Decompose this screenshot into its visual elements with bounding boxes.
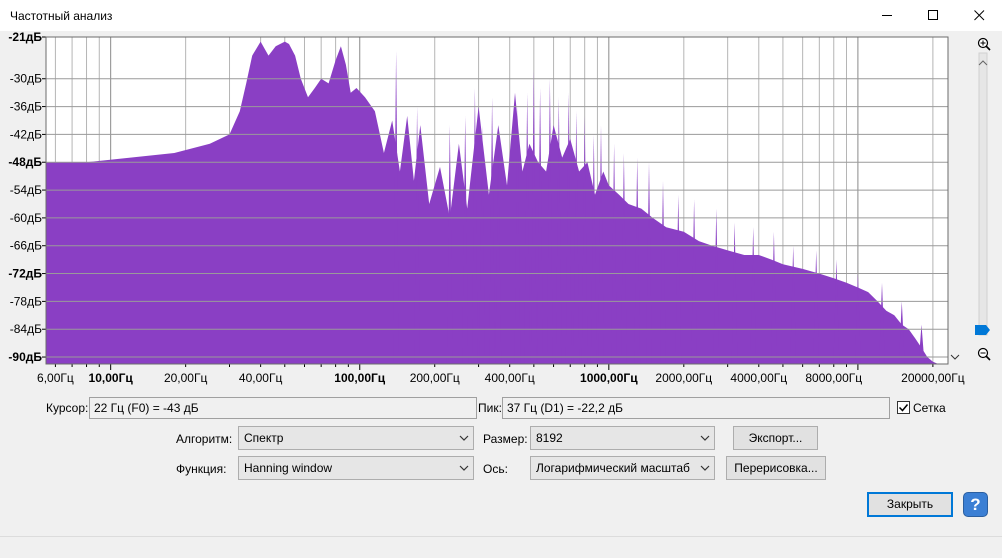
algorithm-label: Алгоритм: [176,432,233,446]
x-tick-label: 10,00Гц [89,371,134,385]
x-tick-label: 200,00Гц [410,371,460,385]
size-value: 8192 [536,431,563,445]
size-label: Размер: [483,432,528,446]
function-select[interactable]: Hanning window [238,456,474,480]
function-value: Hanning window [244,461,333,475]
help-button[interactable]: ? [963,492,988,517]
function-label: Функция: [176,462,227,476]
zoom-out-icon[interactable] [977,347,991,361]
close-icon [973,10,984,21]
close-window-button[interactable] [956,0,1002,31]
minimize-button[interactable] [864,0,910,31]
y-tick-label: -54дБ [10,183,42,197]
x-tick-label: 8000,00Гц [805,371,862,385]
grid-checkbox[interactable] [897,401,910,414]
y-tick-label: -30дБ [10,72,42,86]
y-tick-label: -21дБ [8,31,42,44]
chevron-down-icon [459,435,469,441]
maximize-icon [927,10,938,20]
export-button[interactable]: Экспорт... [733,426,818,450]
x-tick-label: 2000,00Гц [655,371,712,385]
x-tick-label: 20000,00Гц [901,371,965,385]
window-title: Частотный анализ [10,9,113,23]
axis-select[interactable]: Логарифмический масштаб [530,456,715,480]
chevron-down-icon [700,465,710,471]
y-tick-label: -60дБ [10,211,42,225]
close-button[interactable]: Закрыть [867,492,953,517]
checkmark-icon [898,404,909,412]
title-bar: Частотный анализ [0,0,1002,31]
zoom-in-icon[interactable] [977,37,991,51]
algorithm-select[interactable]: Спектр [238,426,474,450]
y-tick-label: -78дБ [10,294,42,308]
x-tick-label: 4000,00Гц [730,371,787,385]
zoom-thumb[interactable] [975,325,990,335]
minimize-icon [881,15,892,16]
y-tick-label: -90дБ [8,350,42,364]
y-tick-label: -36дБ [10,100,42,114]
zoom-slider[interactable] [950,37,991,361]
chevron-down-icon[interactable] [950,354,960,360]
redraw-button[interactable]: Перерисовка... [726,456,826,480]
algorithm-value: Спектр [244,431,284,445]
status-bar [0,536,1002,558]
size-select[interactable]: 8192 [530,426,715,450]
y-tick-label: -42дБ [10,127,42,141]
x-tick-label: 40,00Гц [239,371,283,385]
chevron-down-icon [700,435,710,441]
cursor-label: Курсор: [46,401,89,415]
peak-label: Пик: [478,401,502,415]
y-tick-label: -72дБ [8,267,42,281]
x-tick-label: 100,00Гц [334,371,386,385]
axis-value: Логарифмический масштаб [536,461,690,475]
grid-label[interactable]: Сетка [913,401,946,415]
x-tick-label: 20,00Гц [164,371,208,385]
peak-value-field: 37 Гц (D1) = -22,2 дБ [502,397,890,419]
maximize-button[interactable] [910,0,956,31]
cursor-value-field: 22 Гц (F0) = -43 дБ [89,397,477,419]
x-tick-label: 6,00Гц [37,371,74,385]
x-tick-label: 400,00Гц [485,371,535,385]
y-tick-label: -48дБ [8,155,42,169]
y-tick-label: -66дБ [10,239,42,253]
axis-label: Ось: [483,462,508,476]
zoom-track[interactable] [978,52,988,336]
y-tick-label: -84дБ [10,322,42,336]
chevron-down-icon [459,465,469,471]
spectrum-chart[interactable]: -21дБ -30дБ -36дБ -42дБ -48дБ -54дБ -60дБ -66дБ… [0,31,1002,391]
x-tick-label: 1000,00Гц [580,371,638,385]
